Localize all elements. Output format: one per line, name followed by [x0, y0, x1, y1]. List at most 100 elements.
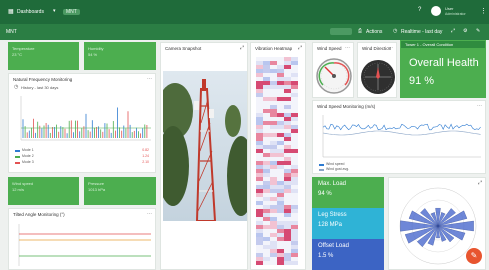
- heatmap-cell: [270, 77, 277, 81]
- heatmap-cell: [277, 153, 284, 157]
- heatmap-cell: [284, 85, 291, 89]
- dashboard-toolbar: MNT ⎙ Actions ◷ Realtime - last day ⤢ ⚙ …: [0, 24, 489, 40]
- value-tile[interactable]: Humidity 54 %: [84, 42, 156, 70]
- offset-load-tile[interactable]: Offset Load 1.5 %: [312, 239, 384, 270]
- heatmap-cell: [277, 205, 284, 209]
- value-tile[interactable]: Wind speed 12 m/s: [8, 177, 79, 205]
- heatmap-cell: [256, 61, 263, 65]
- heatmap-cell: [256, 85, 263, 89]
- camera-snapshot-card[interactable]: Camera Snapshot ⤢: [160, 42, 248, 270]
- actions-icon[interactable]: ⎙: [358, 28, 362, 34]
- time-range-selector[interactable]: Realtime - last day: [401, 29, 442, 35]
- value-tile[interactable]: Temperature 23 °C: [8, 42, 79, 70]
- heatmap-cell: [256, 177, 263, 181]
- card-menu-icon[interactable]: ⋯: [147, 211, 152, 217]
- heatmap-cell: [256, 57, 263, 61]
- heatmap-cell: [291, 81, 298, 85]
- heatmap-cell: [270, 261, 277, 265]
- heatmap-cell: [256, 181, 263, 185]
- heatmap-cell: [291, 213, 298, 217]
- expand-icon[interactable]: ⤢: [298, 45, 302, 51]
- heatmap-cell: [284, 89, 291, 93]
- dashboard-name[interactable]: MNT: [6, 29, 17, 35]
- kpi-label: Max. Load: [318, 181, 347, 187]
- edit-mode-icon[interactable]: ✎: [476, 28, 480, 34]
- heatmap-cell: [277, 113, 284, 117]
- heatmap-cell: [263, 113, 270, 117]
- heatmap-cell: [284, 125, 291, 129]
- heatmap-cell: [270, 217, 277, 221]
- expand-icon[interactable]: ⤢: [240, 45, 244, 51]
- heatmap-cell: [256, 213, 263, 217]
- heatmap-cell: [277, 137, 284, 141]
- brand-title[interactable]: Dashboards: [17, 9, 44, 15]
- heatmap-cell: [284, 241, 291, 245]
- heatmap-cell: [291, 61, 298, 65]
- heatmap-cell: [291, 157, 298, 161]
- heatmap-cell: [284, 261, 291, 265]
- heatmap-cell: [277, 141, 284, 145]
- card-menu-icon[interactable]: ⋯: [477, 103, 482, 109]
- heatmap-cell: [263, 101, 270, 105]
- heatmap-cell: [291, 141, 298, 145]
- more-menu-icon[interactable]: ⋮: [480, 7, 487, 15]
- heatmap-cell: [284, 249, 291, 253]
- heatmap-cell: [277, 185, 284, 189]
- settings-icon[interactable]: ⚙: [463, 28, 467, 34]
- heatmap-cell: [291, 145, 298, 149]
- heatmap-cell: [270, 221, 277, 225]
- heatmap-cell: [277, 89, 284, 93]
- frequency-chart-card[interactable]: Natural Frequency Monitoring ⋯ ◷ History…: [8, 73, 156, 173]
- heatmap-cell: [256, 229, 263, 233]
- heatmap-cell: [277, 117, 284, 121]
- actions-button[interactable]: Actions: [366, 29, 382, 35]
- wind-speed-gauge: [316, 58, 352, 94]
- heatmap-cell: [291, 165, 298, 169]
- wind-direction-card[interactable]: Wind Direction ⋯: [357, 42, 397, 98]
- value-tile[interactable]: Pressure 1013 hPa: [84, 177, 156, 205]
- heatmap-cell: [270, 113, 277, 117]
- heatmap-cell: [284, 73, 291, 77]
- heatmap-cell: [284, 105, 291, 109]
- heatmap-cell: [256, 93, 263, 97]
- filter-chip[interactable]: [330, 28, 352, 35]
- vibration-heatmap-card[interactable]: Vibration Heatmap ⤢: [250, 42, 306, 270]
- heatmap-grid: [256, 57, 298, 265]
- card-menu-icon[interactable]: ⋯: [147, 76, 152, 82]
- heatmap-cell: [270, 93, 277, 97]
- heatmap-cell: [270, 149, 277, 153]
- kpi-value: 94 %: [318, 191, 332, 197]
- heatmap-cell: [256, 105, 263, 109]
- heatmap-cell: [277, 209, 284, 213]
- heatmap-cell: [263, 73, 270, 77]
- heatmap-cell: [277, 69, 284, 73]
- fullscreen-icon[interactable]: ⤢: [451, 28, 455, 34]
- heatmap-cell: [263, 169, 270, 173]
- avatar[interactable]: [431, 6, 441, 16]
- tilt-chart-card[interactable]: Tilted Angle Monitoring (°) ⋯: [8, 208, 156, 270]
- wind-monitoring-card[interactable]: Wind Speed Monitoring (m/s) ⋯ Wind speed…: [312, 100, 486, 174]
- heatmap-cell: [263, 193, 270, 197]
- card-menu-icon[interactable]: ⋯: [388, 45, 393, 51]
- heatmap-cell: [270, 89, 277, 93]
- leg-stress-tile[interactable]: Leg Stress 128 MPa: [312, 208, 384, 239]
- card-title: Natural Frequency Monitoring: [13, 77, 73, 82]
- overall-health-card[interactable]: Tower 1 - Overall Condition Overall Heal…: [400, 40, 486, 98]
- kpi-label: Leg Stress: [318, 212, 347, 218]
- apps-grid-icon[interactable]: ▦: [8, 8, 14, 15]
- timeline-icon[interactable]: ◷: [393, 28, 397, 34]
- chart-subtitle: History - last 30 days: [21, 85, 59, 90]
- heatmap-cell: [284, 193, 291, 197]
- heatmap-cell: [263, 153, 270, 157]
- heatmap-cell: [291, 257, 298, 261]
- edit-icon[interactable]: ✎: [466, 248, 482, 264]
- history-icon: ◷: [14, 84, 19, 90]
- help-icon[interactable]: ?: [418, 7, 421, 13]
- wind-speed-card[interactable]: Wind Speed ⋯: [312, 42, 354, 98]
- heatmap-cell: [263, 209, 270, 213]
- breadcrumb[interactable]: MNT: [63, 9, 80, 15]
- heatmap-cell: [256, 249, 263, 253]
- card-menu-icon[interactable]: ⋯: [345, 45, 350, 51]
- heatmap-cell: [270, 253, 277, 257]
- max-load-tile[interactable]: Max. Load 94 %: [312, 177, 384, 208]
